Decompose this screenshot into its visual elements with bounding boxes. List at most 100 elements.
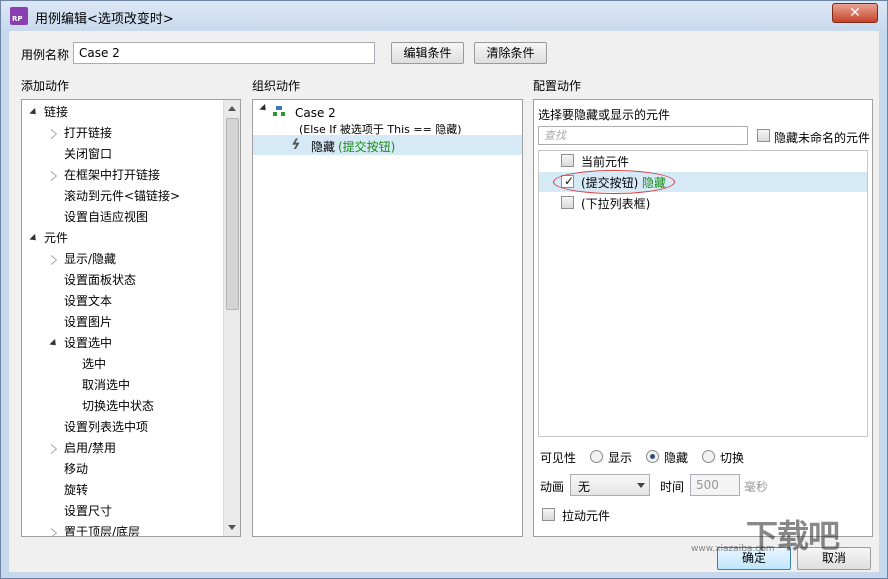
expanded-triangle-icon[interactable] bbox=[49, 338, 59, 349]
add-action-label: 移动 bbox=[64, 462, 89, 476]
scroll-down-arrow-icon[interactable] bbox=[228, 525, 236, 530]
dialog-body: 用例名称 Case 2 编辑条件 清除条件 添加动作 组织动作 配置动作 链接打… bbox=[9, 31, 879, 572]
add-action-label: 显示/隐藏 bbox=[64, 252, 117, 266]
add-action-label: 取消选中 bbox=[82, 378, 131, 392]
widget-row-submit[interactable]: ✓ (提交按钮) 隐藏 bbox=[539, 170, 867, 194]
widget-row-current[interactable]: 当前元件 bbox=[539, 151, 867, 171]
add-action-label: 启用/禁用 bbox=[64, 441, 117, 455]
add-action-item[interactable]: 启用/禁用 bbox=[22, 438, 222, 459]
clear-condition-button[interactable]: 清除条件 bbox=[474, 42, 547, 64]
configure-actions-panel: 选择要隐藏或显示的元件 查找 隐藏未命名的元件 当前元件 ✓ (提交按钮) 隐藏 bbox=[533, 99, 873, 537]
add-action-label: 设置尺寸 bbox=[64, 504, 113, 518]
add-action-item[interactable]: 设置尺寸 bbox=[22, 501, 222, 522]
add-action-label: 链接 bbox=[44, 105, 69, 119]
highlight-ellipse bbox=[553, 170, 675, 194]
add-action-item[interactable]: 置于顶层/底层 bbox=[22, 522, 222, 536]
add-action-item[interactable]: 设置列表选中项 bbox=[22, 417, 222, 438]
animation-select[interactable]: 无 bbox=[570, 474, 650, 496]
widget-checkbox[interactable] bbox=[561, 154, 574, 167]
action-row-hide[interactable]: ϟ 隐藏 (提交按钮) bbox=[253, 135, 522, 155]
add-action-item[interactable]: 链接 bbox=[22, 102, 222, 123]
watermark-url: www.xiazaiba.com bbox=[691, 544, 775, 554]
collapsed-triangle-icon[interactable] bbox=[51, 129, 57, 139]
scroll-thumb[interactable] bbox=[226, 118, 239, 310]
add-action-label: 旋转 bbox=[64, 483, 89, 497]
add-action-label: 选中 bbox=[82, 357, 107, 371]
add-action-item[interactable]: 移动 bbox=[22, 459, 222, 480]
add-actions-header: 添加动作 bbox=[21, 79, 70, 93]
add-action-item[interactable]: 取消选中 bbox=[22, 375, 222, 396]
lightning-action-icon: ϟ bbox=[288, 137, 303, 153]
scroll-up-arrow-icon[interactable] bbox=[228, 106, 236, 111]
add-action-item[interactable]: 打开链接 bbox=[22, 123, 222, 144]
widget-checkbox[interactable] bbox=[561, 196, 574, 209]
collapsed-triangle-icon[interactable] bbox=[51, 528, 57, 536]
add-action-label: 设置选中 bbox=[64, 336, 113, 350]
action-target: (提交按钮) bbox=[338, 140, 396, 154]
time-input[interactable]: 500 bbox=[690, 474, 740, 496]
case-name-label: 用例名称 bbox=[21, 48, 70, 62]
visibility-show-label: 显示 bbox=[608, 451, 633, 465]
add-action-label: 打开链接 bbox=[64, 126, 113, 140]
case-hierarchy-icon bbox=[273, 106, 285, 116]
add-action-label: 设置列表选中项 bbox=[64, 420, 149, 434]
hide-unnamed-label: 隐藏未命名的元件 bbox=[774, 131, 871, 145]
add-action-label: 滚动到元件<锚链接> bbox=[64, 189, 181, 203]
chevron-down-icon bbox=[637, 483, 645, 488]
drag-widget-checkbox[interactable] bbox=[542, 508, 555, 521]
time-unit-label: 毫秒 bbox=[744, 480, 769, 494]
expanded-triangle-icon[interactable] bbox=[29, 233, 39, 244]
visibility-toggle-radio[interactable] bbox=[702, 450, 715, 463]
visibility-show-radio[interactable] bbox=[590, 450, 603, 463]
widget-label: (下拉列表框) bbox=[581, 197, 651, 211]
add-action-label: 设置面板状态 bbox=[64, 273, 137, 287]
add-action-label: 关闭窗口 bbox=[64, 147, 113, 161]
add-action-item[interactable]: 设置文本 bbox=[22, 291, 222, 312]
add-action-item[interactable]: 关闭窗口 bbox=[22, 144, 222, 165]
collapse-triangle-icon[interactable] bbox=[259, 103, 269, 114]
edit-condition-button[interactable]: 编辑条件 bbox=[391, 42, 464, 64]
add-action-item[interactable]: 滚动到元件<锚链接> bbox=[22, 186, 222, 207]
case-name-input[interactable]: Case 2 bbox=[73, 42, 375, 64]
expanded-triangle-icon[interactable] bbox=[29, 107, 39, 118]
axure-rp-icon: RP bbox=[10, 7, 28, 25]
add-action-item[interactable]: 选中 bbox=[22, 354, 222, 375]
configure-actions-header: 配置动作 bbox=[533, 79, 582, 93]
add-actions-scrollbar[interactable] bbox=[223, 100, 240, 536]
visibility-hide-label: 隐藏 bbox=[664, 451, 689, 465]
widget-row-dropdown[interactable]: (下拉列表框) bbox=[539, 193, 867, 213]
add-action-label: 元件 bbox=[44, 231, 69, 245]
organize-actions-header: 组织动作 bbox=[252, 79, 301, 93]
add-action-label: 设置自适应视图 bbox=[64, 210, 149, 224]
add-action-item[interactable]: 显示/隐藏 bbox=[22, 249, 222, 270]
action-label: 隐藏 bbox=[311, 140, 336, 154]
title-bar: RP 用例编辑<选项改变时> ✕ bbox=[1, 1, 887, 31]
add-action-label: 在框架中打开链接 bbox=[64, 168, 161, 182]
organize-actions-panel: Case 2 (Else If 被选项于 This == 隐藏) ϟ 隐藏 (提… bbox=[252, 99, 523, 537]
collapsed-triangle-icon[interactable] bbox=[51, 444, 57, 454]
add-action-item[interactable]: 设置自适应视图 bbox=[22, 207, 222, 228]
add-action-item[interactable]: 元件 bbox=[22, 228, 222, 249]
add-action-item[interactable]: 设置图片 bbox=[22, 312, 222, 333]
add-action-item[interactable]: 切换选中状态 bbox=[22, 396, 222, 417]
visibility-label: 可见性 bbox=[540, 451, 577, 465]
close-button[interactable]: ✕ bbox=[832, 3, 878, 23]
drag-widget-label: 拉动元件 bbox=[562, 509, 611, 523]
collapsed-triangle-icon[interactable] bbox=[51, 171, 57, 181]
add-action-item[interactable]: 设置选中 bbox=[22, 333, 222, 354]
animation-value: 无 bbox=[578, 480, 591, 494]
use-case-editor-window: RP 用例编辑<选项改变时> ✕ 用例名称 Case 2 编辑条件 清除条件 添… bbox=[0, 0, 888, 579]
add-action-label: 设置文本 bbox=[64, 294, 113, 308]
widget-label: 当前元件 bbox=[581, 155, 630, 169]
collapsed-triangle-icon[interactable] bbox=[51, 255, 57, 265]
add-action-item[interactable]: 在框架中打开链接 bbox=[22, 165, 222, 186]
case-node[interactable]: Case 2 (Else If 被选项于 This == 隐藏) bbox=[253, 102, 522, 136]
add-action-item[interactable]: 旋转 bbox=[22, 480, 222, 501]
add-action-item[interactable]: 设置面板状态 bbox=[22, 270, 222, 291]
visibility-hide-radio[interactable] bbox=[646, 450, 659, 463]
visibility-toggle-label: 切换 bbox=[720, 451, 745, 465]
hide-unnamed-checkbox[interactable] bbox=[757, 129, 770, 142]
add-actions-tree: 链接打开链接关闭窗口在框架中打开链接滚动到元件<锚链接> 设置自适应视图元件显示/… bbox=[21, 99, 241, 537]
widget-search-input[interactable]: 查找 bbox=[538, 126, 748, 145]
add-action-label: 设置图片 bbox=[64, 315, 113, 329]
